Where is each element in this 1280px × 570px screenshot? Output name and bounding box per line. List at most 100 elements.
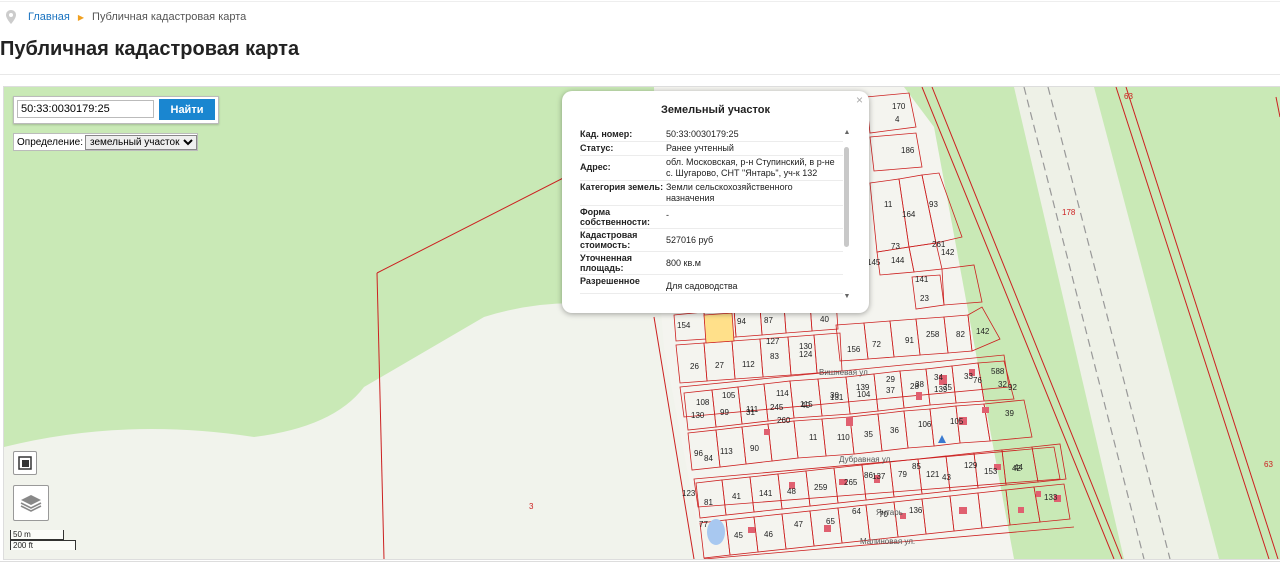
scroll-up-icon[interactable]: ▲	[843, 129, 851, 137]
breadcrumb-home-link[interactable]: Главная	[28, 11, 70, 23]
plot-number-label: 93	[929, 200, 938, 209]
plot-number-label: 124	[799, 350, 813, 359]
plot-number-label: 99	[720, 408, 729, 417]
frame-icon	[18, 456, 32, 470]
plot-number-label: 83	[770, 352, 779, 361]
plot-number-label: 75	[943, 383, 952, 392]
plot-number-label: 106	[918, 420, 932, 429]
plot-number-label: 43	[942, 473, 951, 482]
plot-number-label: 110	[837, 433, 850, 442]
row-key: Уточненная площадь:	[580, 253, 632, 273]
plot-number-label: 70	[879, 510, 888, 519]
plot-number-label: 96	[694, 449, 703, 458]
table-row: Адрес: обл. Московская, р-н Ступинский, в…	[580, 156, 843, 181]
page-title: Публичная кадастровая карта	[0, 38, 300, 60]
plot-number-label: 23	[920, 294, 929, 303]
plot-number-label: 47	[794, 520, 803, 529]
plot-info-popup: × Земельный участок Кад. номер: 50:33:003…	[562, 91, 869, 313]
plot-number-label: 45	[734, 531, 743, 540]
street-label: Малиновая ул.	[860, 537, 915, 546]
row-value: обл. Московская, р-н Ступинский, в р-не …	[666, 157, 835, 178]
plot-number-label: 136	[909, 506, 923, 515]
plot-number-label: 245	[770, 403, 784, 412]
plot-number-label: 79	[898, 470, 907, 479]
table-row: Разрешенное Для садоводства	[580, 275, 843, 294]
plot-number-label: 108	[696, 398, 710, 407]
plot-number-label: 40	[801, 401, 810, 410]
plot-number-label: 46	[764, 530, 773, 539]
find-button[interactable]: Найти	[159, 99, 215, 120]
plot-number-label: 127	[766, 337, 780, 346]
plot-number-label: 114	[776, 389, 789, 398]
plot-number-label: 142	[976, 327, 990, 336]
row-value: 50:33:0030179:25	[666, 129, 739, 139]
boundary-label: 178	[1062, 208, 1076, 217]
row-value: 527016 руб	[666, 235, 714, 245]
plot-number-label: 265	[844, 478, 858, 487]
plot-number-label: 35	[864, 430, 873, 439]
plot-number-label: 105	[950, 417, 964, 426]
plot-number-label: 48	[787, 487, 796, 496]
scale-imperial: 200 ft	[10, 540, 76, 550]
plot-number-label: 31	[746, 408, 755, 417]
plot-number-label: 64	[852, 507, 861, 516]
plot-number-label: 105	[722, 391, 736, 400]
plot-number-label: 72	[872, 340, 881, 349]
plot-number-label: 170	[892, 102, 906, 111]
layers-button[interactable]	[13, 485, 49, 521]
plot-number-label: 137	[872, 472, 886, 481]
street-label: Вишневая ул.	[819, 368, 870, 377]
table-row: Статус: Ранее учтенный	[580, 142, 843, 156]
row-key: Разрешенное	[580, 276, 640, 286]
plot-number-label: 154	[677, 321, 691, 330]
row-value: -	[666, 210, 669, 220]
table-row: Кадастровая стоимость: 527016 руб	[580, 229, 843, 252]
table-row: Кад. номер: 50:33:0030179:25	[580, 128, 843, 142]
scale-metric: 50 m	[10, 530, 64, 540]
plot-number-label: 65	[826, 517, 835, 526]
table-row: Форма собственности: -	[580, 206, 843, 229]
plot-number-label: 77	[699, 520, 708, 529]
title-divider	[0, 74, 1280, 75]
location-pin-icon	[6, 10, 16, 24]
plot-number-label: 123	[682, 489, 696, 498]
street-label: Дубравная ул.	[839, 455, 893, 464]
row-key: Форма собственности:	[580, 207, 650, 227]
plot-number-label: 38	[915, 380, 924, 389]
definition-label: Определение:	[17, 136, 84, 148]
table-row: Категория земель: Земли сельскохозяйствен…	[580, 181, 843, 206]
row-value: Для садоводства	[666, 281, 738, 291]
plot-info-table: Кад. номер: 50:33:0030179:25 Статус: Ранее…	[580, 128, 843, 303]
definition-select[interactable]: земельный участок	[85, 134, 198, 150]
plot-number-label: 73	[891, 242, 900, 251]
plot-number-label: 37	[886, 386, 895, 395]
map-scale: 50 m 200 ft	[10, 530, 76, 550]
plot-number-label: 92	[1008, 383, 1017, 392]
row-key: Категория земель:	[580, 182, 664, 192]
popup-scrollbar[interactable]: ▲ ▼	[843, 129, 851, 301]
cadastral-number-input[interactable]	[17, 100, 154, 118]
plot-number-label: 11	[884, 200, 893, 209]
row-key: Кад. номер:	[580, 129, 633, 139]
plot-number-label: 156	[847, 345, 861, 354]
top-divider	[0, 1, 1280, 2]
scrollbar-thumb[interactable]	[844, 147, 849, 247]
plot-number-label: 141	[915, 275, 929, 284]
plot-number-label: 129	[964, 461, 978, 470]
scroll-down-icon[interactable]: ▼	[843, 293, 851, 301]
plot-number-label: 11	[809, 433, 818, 442]
breadcrumb-current: Публичная кадастровая карта	[92, 11, 247, 23]
plot-number-label: 4	[895, 115, 900, 124]
breadcrumb-separator-icon: ▶	[77, 12, 85, 22]
table-row: Уточненная площадь: 800 кв.м	[580, 252, 843, 275]
bottom-divider	[0, 561, 1280, 562]
plot-number-label: 130	[799, 342, 813, 351]
plot-number-label: 144	[891, 256, 905, 265]
cadastral-map[interactable]: Вишневая ул. Дубравная ул. Янтарь Малино…	[3, 86, 1280, 560]
popup-title: Земельный участок	[661, 104, 770, 116]
plot-number-label: 121	[926, 470, 940, 479]
fullscreen-button[interactable]	[13, 451, 37, 475]
plot-number-label: 84	[704, 454, 713, 463]
plot-number-label: 133	[1044, 493, 1058, 502]
plot-number-label: 259	[814, 483, 828, 492]
